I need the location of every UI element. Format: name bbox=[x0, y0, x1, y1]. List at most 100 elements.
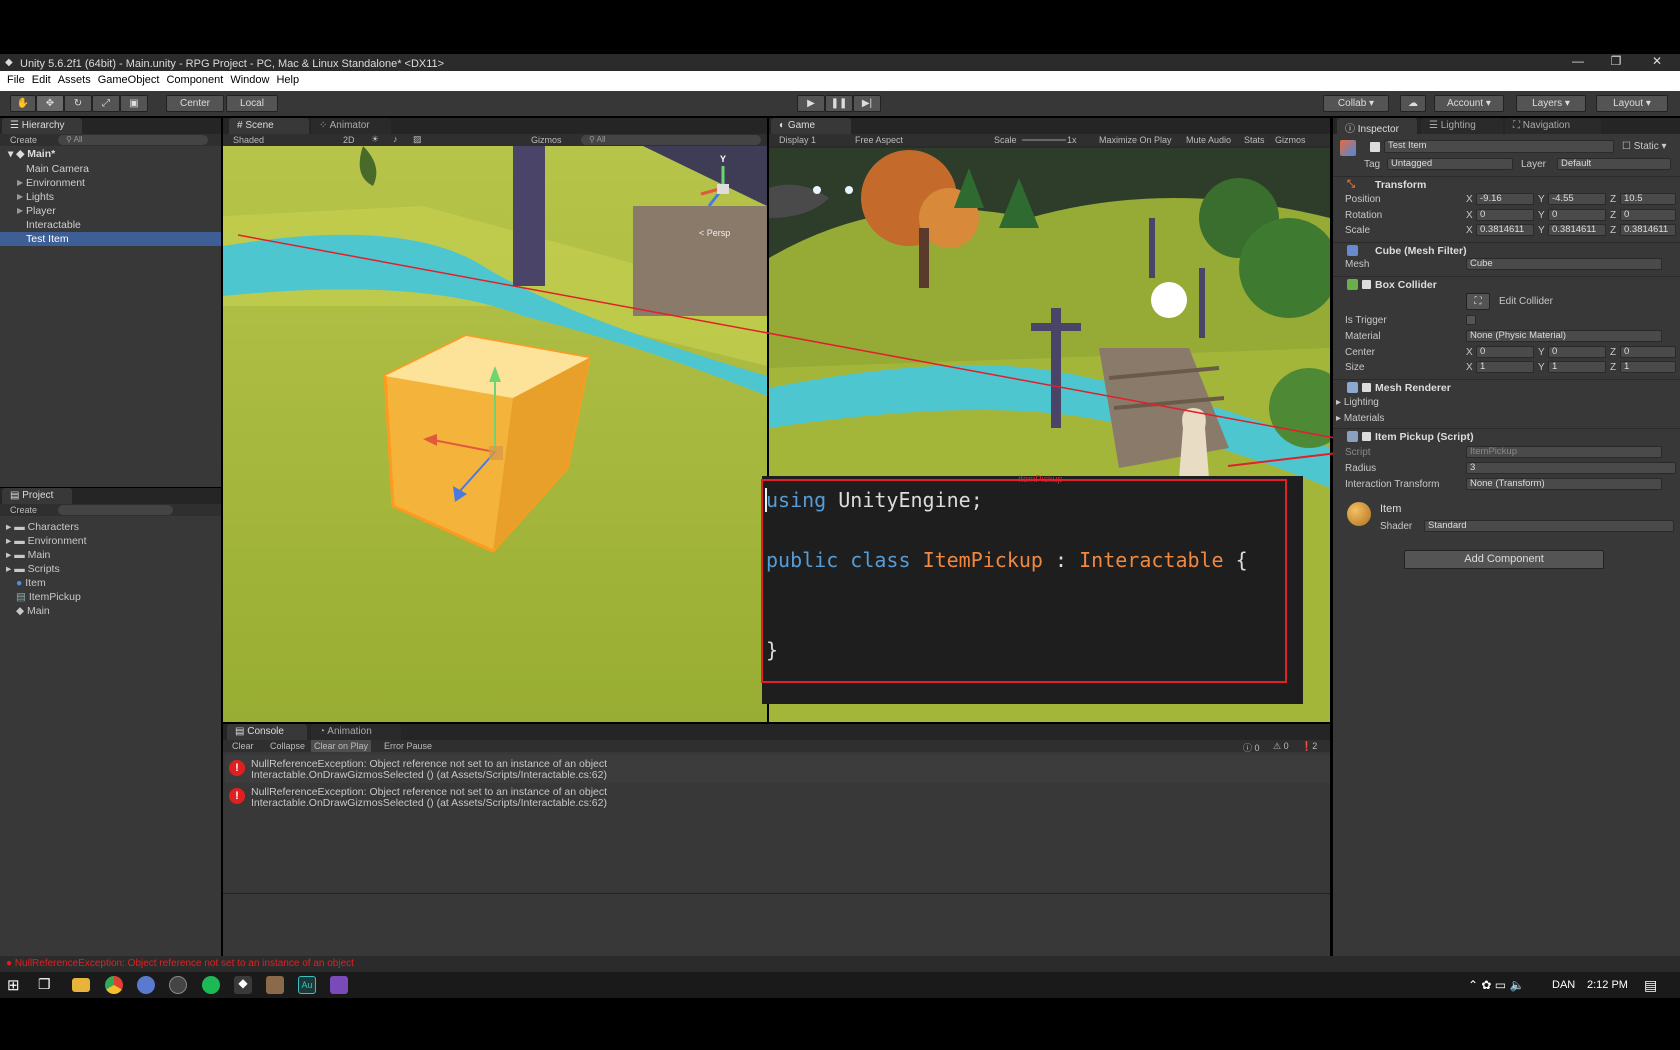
maximize-on-play-toggle[interactable]: Maximize On Play bbox=[1099, 135, 1172, 145]
hand-tool-icon[interactable]: ✋ bbox=[10, 95, 36, 112]
rotation-z-field[interactable]: 0 bbox=[1620, 209, 1676, 221]
menu-assets[interactable]: Assets bbox=[58, 71, 98, 91]
console-entry[interactable]: ! NullReferenceException: Object referen… bbox=[225, 783, 1330, 811]
rotation-y-field[interactable]: 0 bbox=[1548, 209, 1606, 221]
center-y-field[interactable]: 0 bbox=[1548, 346, 1606, 358]
collab-button[interactable]: Collab ▾ bbox=[1323, 95, 1389, 112]
cloud-icon[interactable]: ☁ bbox=[1400, 95, 1426, 112]
warning-count[interactable]: ⚠ 0 bbox=[1273, 741, 1289, 752]
size-y-field[interactable]: 1 bbox=[1548, 361, 1606, 373]
github-icon[interactable] bbox=[169, 976, 187, 994]
spotify-icon[interactable] bbox=[202, 976, 220, 994]
size-z-field[interactable]: 1 bbox=[1620, 361, 1676, 373]
transform-header[interactable]: ⤡ Transform bbox=[1333, 176, 1680, 192]
materials-foldout[interactable]: ▸ Materials bbox=[1336, 413, 1384, 424]
component-enabled-checkbox[interactable] bbox=[1362, 280, 1371, 289]
tab-lighting[interactable]: ☰ Lighting bbox=[1421, 118, 1503, 134]
layout-button[interactable]: Layout ▾ bbox=[1596, 95, 1668, 112]
console-entry[interactable]: ! NullReferenceException: Object referen… bbox=[225, 755, 1330, 783]
chrome-icon[interactable] bbox=[105, 976, 123, 994]
edit-collider-icon[interactable]: ⛶ bbox=[1466, 293, 1490, 310]
interaction-transform-field[interactable]: None (Transform) bbox=[1466, 478, 1662, 490]
scale-z-field[interactable]: 0.3814611 bbox=[1620, 224, 1676, 236]
menu-component[interactable]: Component bbox=[166, 71, 230, 91]
lighting-toggle-icon[interactable]: ☀ bbox=[371, 134, 379, 145]
rotation-x-field[interactable]: 0 bbox=[1476, 209, 1534, 221]
center-x-field[interactable]: 0 bbox=[1476, 346, 1534, 358]
visual-studio-icon[interactable] bbox=[330, 976, 348, 994]
menu-edit[interactable]: Edit bbox=[32, 71, 58, 91]
pivot-center-button[interactable]: Center bbox=[166, 95, 224, 112]
stats-toggle[interactable]: Stats bbox=[1244, 135, 1265, 145]
aspect-dropdown[interactable]: Free Aspect bbox=[855, 135, 903, 145]
scene-viewport[interactable]: Y < Persp bbox=[223, 146, 767, 722]
is-trigger-checkbox[interactable] bbox=[1466, 315, 1476, 325]
step-button[interactable]: ▶| bbox=[853, 95, 881, 112]
mesh-field[interactable]: Cube bbox=[1466, 258, 1662, 270]
static-toggle[interactable]: ☐ Static ▾ bbox=[1622, 141, 1667, 152]
tab-hierarchy[interactable]: ☰ Hierarchy bbox=[2, 118, 82, 134]
tab-scene[interactable]: # Scene bbox=[229, 118, 309, 134]
2d-toggle[interactable]: 2D bbox=[343, 135, 355, 145]
expand-arrow-icon[interactable]: ▶ bbox=[17, 178, 23, 187]
project-item[interactable]: ● Item bbox=[0, 577, 221, 591]
scale-x-field[interactable]: 0.3814611 bbox=[1476, 224, 1534, 236]
windows-start-icon[interactable]: ⊞ bbox=[7, 976, 25, 994]
tab-navigation[interactable]: ⛶ Navigation bbox=[1505, 118, 1601, 134]
mesh-renderer-header[interactable]: Mesh Renderer bbox=[1333, 379, 1680, 395]
hierarchy-item[interactable]: Main Camera bbox=[0, 162, 221, 176]
shading-mode-dropdown[interactable]: Shaded bbox=[233, 135, 264, 145]
rotate-tool-icon[interactable]: ↻ bbox=[64, 95, 92, 112]
close-button[interactable]: ✕ bbox=[1638, 54, 1676, 71]
tab-animator[interactable]: ⁘ Animator bbox=[311, 118, 391, 134]
collapse-button[interactable]: Collapse bbox=[270, 741, 305, 751]
shader-dropdown[interactable]: Standard bbox=[1424, 520, 1674, 532]
menu-help[interactable]: Help bbox=[276, 71, 306, 91]
create-dropdown[interactable]: Create bbox=[10, 135, 37, 145]
object-name-input[interactable]: Test Item bbox=[1384, 140, 1614, 153]
tab-console[interactable]: ▤ Console bbox=[227, 724, 307, 740]
move-tool-icon[interactable]: ✥ bbox=[36, 95, 64, 112]
component-enabled-checkbox[interactable] bbox=[1362, 432, 1371, 441]
create-dropdown[interactable]: Create bbox=[10, 505, 37, 515]
rect-tool-icon[interactable]: ▣ bbox=[120, 95, 148, 112]
tab-inspector[interactable]: ⓘ Inspector bbox=[1337, 118, 1417, 135]
mute-audio-toggle[interactable]: Mute Audio bbox=[1186, 135, 1231, 145]
project-item[interactable]: ▸ ▬ Main bbox=[0, 549, 221, 563]
tab-project[interactable]: ▤ Project bbox=[2, 488, 72, 504]
material-field[interactable]: None (Physic Material) bbox=[1466, 330, 1662, 342]
project-item[interactable]: ▤ ItemPickup bbox=[0, 591, 221, 605]
menu-file[interactable]: File bbox=[7, 71, 32, 91]
center-z-field[interactable]: 0 bbox=[1620, 346, 1676, 358]
restore-button[interactable]: ❐ bbox=[1597, 54, 1635, 71]
hierarchy-item[interactable]: Interactable bbox=[0, 218, 221, 232]
display-dropdown[interactable]: Display 1 bbox=[779, 135, 816, 145]
gizmos-dropdown[interactable]: Gizmos bbox=[1275, 135, 1306, 145]
project-item[interactable]: ▸ ▬ Scripts bbox=[0, 563, 221, 577]
orientation-gizmo[interactable] bbox=[700, 166, 745, 210]
menu-window[interactable]: Window bbox=[230, 71, 276, 91]
clear-button[interactable]: Clear bbox=[232, 741, 254, 751]
pause-button[interactable]: ❚❚ bbox=[825, 95, 853, 112]
gizmos-dropdown[interactable]: Gizmos bbox=[531, 135, 562, 145]
system-tray-icons[interactable]: ⌃ ✿ ▭ 🔈 bbox=[1468, 978, 1524, 992]
task-view-icon[interactable]: ❐ bbox=[38, 976, 56, 994]
active-checkbox[interactable] bbox=[1370, 142, 1380, 152]
scale-y-field[interactable]: 0.3814611 bbox=[1548, 224, 1606, 236]
status-bar[interactable]: ● NullReferenceException: Object referen… bbox=[0, 956, 1680, 972]
clear-on-play-button[interactable]: Clear on Play bbox=[311, 740, 372, 752]
pivot-local-button[interactable]: Local bbox=[226, 95, 278, 112]
audio-toggle-icon[interactable]: ♪ bbox=[393, 134, 398, 144]
unity-icon[interactable]: ◆ bbox=[234, 976, 252, 994]
notifications-icon[interactable]: ▤ bbox=[1644, 977, 1657, 994]
projection-label[interactable]: < Persp bbox=[699, 228, 730, 238]
tag-dropdown[interactable]: Untagged bbox=[1387, 158, 1513, 170]
position-y-field[interactable]: -4.55 bbox=[1548, 193, 1606, 205]
project-item[interactable]: ◆ Main bbox=[0, 605, 221, 619]
project-item[interactable]: ▸ ▬ Characters bbox=[0, 521, 221, 535]
file-explorer-icon[interactable] bbox=[72, 978, 90, 992]
minimize-button[interactable]: — bbox=[1559, 54, 1597, 71]
notes-icon[interactable] bbox=[266, 976, 284, 994]
account-button[interactable]: Account ▾ bbox=[1434, 95, 1504, 112]
box-collider-header[interactable]: Box Collider bbox=[1333, 276, 1680, 292]
